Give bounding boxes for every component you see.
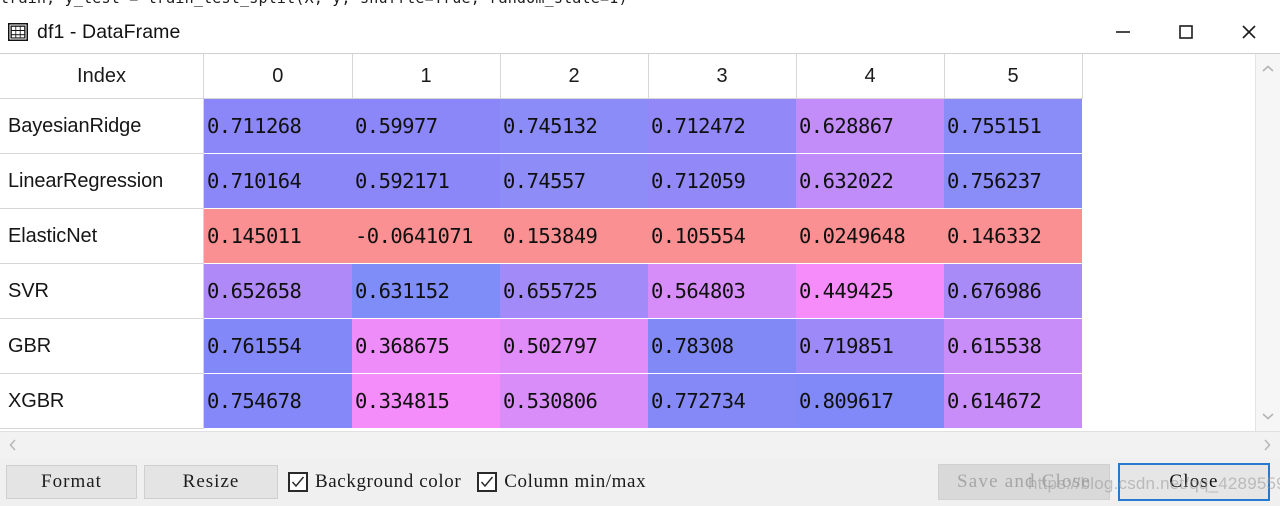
row-index-label[interactable]: GBR (0, 318, 204, 374)
table-scroll-row: Index 012345 BayesianRidge 0.711268 0.5997… (0, 54, 1280, 431)
cell-value[interactable]: 0.761554 (203, 318, 352, 374)
background-color-checkbox[interactable]: Background color (288, 471, 461, 493)
cell-value[interactable]: 0.153849 (500, 208, 648, 264)
row-index-label[interactable]: SVR (0, 263, 204, 319)
cell-value[interactable]: 0.59977 (352, 98, 500, 154)
cell-value[interactable]: -0.0641071 (352, 208, 500, 264)
scroll-up-icon[interactable] (1256, 58, 1280, 80)
column-header-1[interactable]: 1 (352, 54, 501, 99)
row-index-label[interactable]: BayesianRidge (0, 98, 204, 154)
cell-value[interactable]: 0.334815 (352, 373, 500, 429)
row-index-label[interactable]: XGBR (0, 373, 204, 429)
cell-value[interactable]: 0.756237 (944, 153, 1082, 209)
format-button[interactable]: Format (6, 465, 137, 499)
cell-value[interactable]: 0.719851 (796, 318, 944, 374)
column-minmax-checkbox-box[interactable] (477, 472, 498, 492)
cell-value[interactable]: 0.146332 (944, 208, 1082, 264)
cell-value[interactable]: 0.655725 (500, 263, 648, 319)
title-bar-left: df1 - DataFrame (0, 21, 180, 44)
cell-value[interactable]: 0.745132 (500, 98, 648, 154)
cell-value[interactable]: 0.712472 (648, 98, 796, 154)
column-minmax-checkbox[interactable]: Column min/max (477, 471, 646, 493)
cell-value[interactable]: 0.368675 (352, 318, 500, 374)
cell-value[interactable]: 0.754678 (203, 373, 352, 429)
bottom-toolbar: Format Resize Background color Column mi… (0, 458, 1280, 506)
cell-value[interactable]: 0.631152 (352, 263, 500, 319)
resize-button[interactable]: Resize (144, 465, 278, 499)
cell-value[interactable]: 0.632022 (796, 153, 944, 209)
table-row: SVR 0.652658 0.631152 0.655725 0.564803 0.449… (0, 263, 1082, 319)
column-header-2[interactable]: 2 (500, 54, 649, 99)
toolbar-right-group: Save and Close Close (938, 463, 1270, 501)
cell-value[interactable]: 0.74557 (500, 153, 648, 209)
cell-value[interactable]: 0.710164 (203, 153, 352, 209)
cell-value[interactable]: 0.772734 (648, 373, 796, 429)
column-header-5[interactable]: 5 (944, 54, 1083, 99)
header-row: Index 012345 (0, 54, 1083, 99)
save-and-close-button: Save and Close (938, 464, 1110, 500)
cell-value[interactable]: 0.614672 (944, 373, 1082, 429)
row-index-label[interactable]: LinearRegression (0, 153, 204, 209)
close-button[interactable]: Close (1118, 463, 1270, 501)
table-grid-icon (8, 23, 28, 41)
cell-value[interactable]: 0.530806 (500, 373, 648, 429)
vertical-scrollbar[interactable] (1255, 54, 1280, 431)
table-row: BayesianRidge 0.711268 0.59977 0.745132 0.71… (0, 98, 1082, 154)
cell-value[interactable]: 0.615538 (944, 318, 1082, 374)
background-color-checkbox-box[interactable] (288, 472, 308, 492)
horizontal-scrollbar[interactable] (0, 431, 1280, 458)
cell-value[interactable]: 0.145011 (203, 208, 352, 264)
background-color-label: Background color (315, 471, 462, 492)
cell-value[interactable]: 0.592171 (352, 153, 500, 209)
row-index-label[interactable]: ElasticNet (0, 208, 204, 264)
scroll-right-icon[interactable] (1254, 432, 1280, 458)
cell-value[interactable]: 0.105554 (648, 208, 796, 264)
dataframe-grid[interactable]: Index 012345 BayesianRidge 0.711268 0.5997… (0, 54, 1255, 431)
column-header-3[interactable]: 3 (648, 54, 797, 99)
code-line-fragment: train, y_test = train_test_split(X, y, s… (0, 0, 628, 7)
close-window-button[interactable] (1217, 11, 1280, 53)
cell-value[interactable]: 0.652658 (203, 263, 352, 319)
scroll-left-icon[interactable] (0, 432, 26, 458)
column-header-4[interactable]: 4 (796, 54, 945, 99)
cell-value[interactable]: 0.676986 (944, 263, 1082, 319)
dataframe-table: Index 012345 BayesianRidge 0.711268 0.5997… (0, 54, 1083, 429)
cell-value[interactable]: 0.78308 (648, 318, 796, 374)
check-icon (291, 476, 305, 488)
column-minmax-label: Column min/max (504, 471, 647, 492)
cell-value[interactable]: 0.755151 (944, 98, 1082, 154)
column-header-0[interactable]: 0 (203, 54, 353, 99)
cell-value[interactable]: 0.449425 (796, 263, 944, 319)
table-row: XGBR 0.754678 0.334815 0.530806 0.772734 0.80… (0, 373, 1082, 429)
dataframe-viewer-window: df1 - DataFrame Index 0 1 2 3 4 5 Bayesi… (0, 11, 1280, 506)
title-bar: df1 - DataFrame (0, 11, 1280, 53)
check-icon (481, 476, 494, 488)
index-column-header[interactable]: Index (0, 54, 204, 99)
window-title: df1 - DataFrame (37, 20, 181, 43)
cell-value[interactable]: 0.564803 (648, 263, 796, 319)
table-area: Index 012345 BayesianRidge 0.711268 0.5997… (0, 53, 1280, 458)
table-header: Index 012345 (0, 54, 1083, 99)
table-row: ElasticNet 0.145011 -0.0641071 0.153849 0.10… (0, 208, 1082, 264)
scroll-down-icon[interactable] (1256, 405, 1280, 427)
cell-value[interactable]: 0.712059 (648, 153, 796, 209)
cell-value[interactable]: 0.502797 (500, 318, 648, 374)
cell-value[interactable]: 0.711268 (203, 98, 352, 154)
cell-value[interactable]: 0.0249648 (796, 208, 944, 264)
minimize-button[interactable] (1091, 11, 1154, 53)
minimize-icon (1115, 31, 1130, 33)
close-icon (1241, 25, 1256, 39)
cell-value[interactable]: 0.809617 (796, 373, 944, 429)
window-controls (1091, 11, 1280, 53)
table-row: LinearRegression 0.710164 0.592171 0.74557 0… (0, 153, 1082, 209)
maximize-button[interactable] (1154, 11, 1217, 53)
table-row: GBR 0.761554 0.368675 0.502797 0.78308 0.7198… (0, 318, 1082, 374)
table-body: BayesianRidge 0.711268 0.59977 0.745132 0.71… (0, 98, 1082, 429)
maximize-icon (1178, 25, 1193, 39)
cell-value[interactable]: 0.628867 (796, 98, 944, 154)
